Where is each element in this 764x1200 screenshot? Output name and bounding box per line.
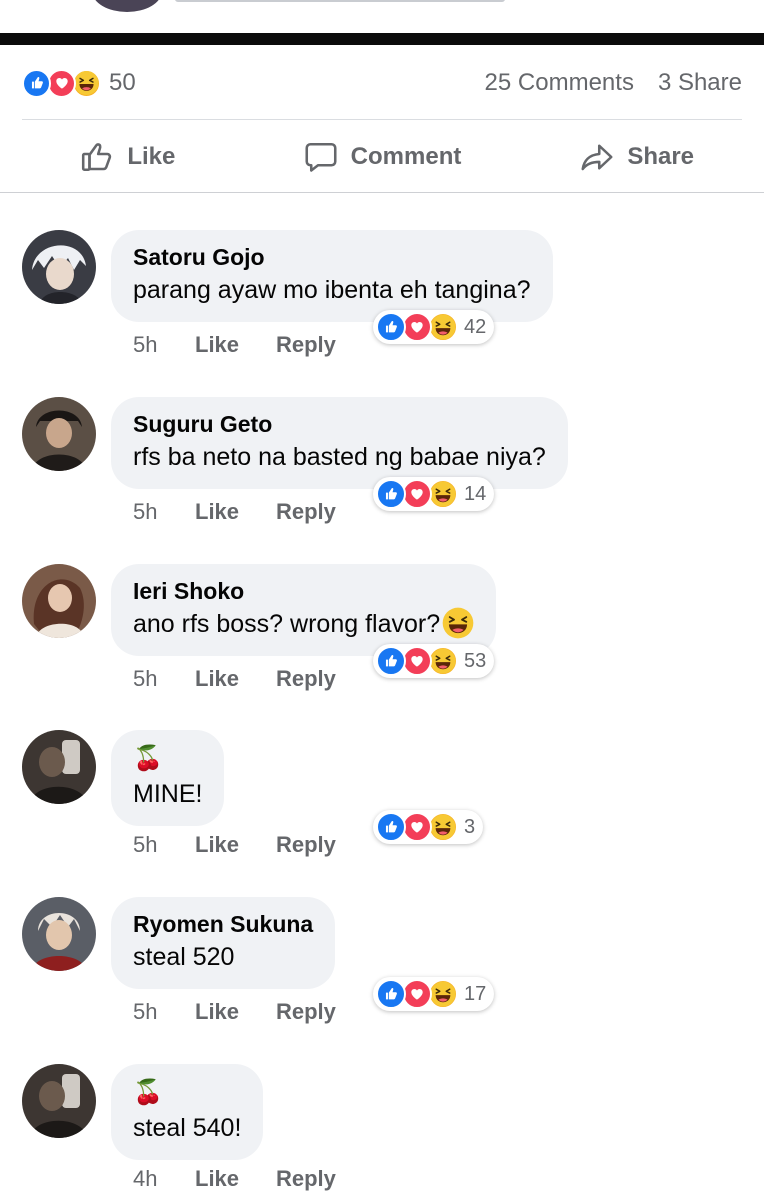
comment-like-button[interactable]: Like xyxy=(195,332,276,358)
comment-item: 🍒 steal 540! 4h Like Reply xyxy=(0,1064,764,1200)
comment-bubble[interactable]: Satoru Gojo parang ayaw mo ibenta eh tan… xyxy=(111,230,553,322)
comment-timestamp[interactable]: 5h xyxy=(133,999,195,1025)
image-bottom-edge xyxy=(0,33,764,45)
comment-text: MINE! xyxy=(133,780,203,808)
comment-like-button[interactable]: Like xyxy=(195,499,276,525)
divider xyxy=(0,192,764,193)
share-button-label: Share xyxy=(627,143,695,170)
reaction-summary-row: 50 25 Comments 3 Share xyxy=(22,64,742,102)
reaction-total[interactable]: 50 xyxy=(109,69,136,97)
reaction-count: 53 xyxy=(464,649,487,672)
comment-bubble[interactable]: 🍒 steal 540! xyxy=(111,1064,264,1160)
haha-reaction-icon xyxy=(428,312,458,342)
comment-reply-button[interactable]: Reply xyxy=(276,1166,336,1192)
like-reaction-icon xyxy=(376,312,406,342)
comment-item: Ryomen Sukuna steal 520 5h Like Reply 17 xyxy=(0,897,764,1047)
comment-timestamp[interactable]: 4h xyxy=(133,1166,195,1192)
divider xyxy=(22,119,742,120)
like-reaction-icon xyxy=(376,479,406,509)
comment-like-button[interactable]: Like xyxy=(195,1166,276,1192)
post-action-bar: Like Comment Share xyxy=(0,130,764,184)
reaction-count: 17 xyxy=(464,982,487,1005)
comment-author[interactable]: Satoru Gojo xyxy=(133,242,531,272)
like-reaction-icon xyxy=(22,68,51,98)
avatar[interactable] xyxy=(22,730,96,804)
haha-reaction-icon xyxy=(428,979,458,1009)
comments-count-link[interactable]: 25 Comments xyxy=(485,69,634,97)
grinning-squinting-face-icon xyxy=(442,607,474,639)
comment-text: parang ayaw mo ibenta eh tangina? xyxy=(133,276,531,304)
comment-timestamp[interactable]: 5h xyxy=(133,499,195,525)
avatar[interactable] xyxy=(22,397,96,471)
reaction-count: 14 xyxy=(464,482,487,505)
comment-reactions[interactable]: 14 xyxy=(373,477,495,511)
comment-bubble[interactable]: 🍒 MINE! xyxy=(111,730,225,826)
thumbs-up-icon xyxy=(82,143,112,172)
comment-like-button[interactable]: Like xyxy=(195,832,276,858)
share-arrow-icon xyxy=(581,144,613,171)
speech-bubble-icon xyxy=(305,142,337,172)
love-reaction-icon xyxy=(402,979,432,1009)
comment-reply-button[interactable]: Reply xyxy=(276,332,336,358)
comment-item: Suguru Geto rfs ba neto na basted ng bab… xyxy=(0,397,764,547)
comment-author[interactable]: 🍒 xyxy=(133,742,202,776)
comment-reply-button[interactable]: Reply xyxy=(276,999,336,1025)
like-button[interactable]: Like xyxy=(0,130,255,184)
love-reaction-icon xyxy=(402,812,432,842)
reaction-icons[interactable] xyxy=(22,68,101,98)
comment-author[interactable]: Ryomen Sukuna xyxy=(133,909,313,939)
comment-timestamp[interactable]: 5h xyxy=(133,332,195,358)
like-reaction-icon xyxy=(376,812,406,842)
comment-item: 🍒 MINE! 5h Like Reply 3 xyxy=(0,730,764,880)
reaction-count: 42 xyxy=(464,315,487,338)
comment-text: ano rfs boss? wrong flavor? xyxy=(133,610,441,638)
avatar[interactable] xyxy=(22,897,96,971)
comment-timestamp[interactable]: 5h xyxy=(133,832,195,858)
comment-item: Satoru Gojo parang ayaw mo ibenta eh tan… xyxy=(0,230,764,380)
like-reaction-icon xyxy=(376,646,406,676)
haha-reaction-icon xyxy=(428,812,458,842)
haha-reaction-icon xyxy=(72,68,101,98)
comment-like-button[interactable]: Like xyxy=(195,666,276,692)
like-reaction-icon xyxy=(376,979,406,1009)
comment-reactions[interactable]: 53 xyxy=(373,644,495,678)
comment-reactions[interactable]: 17 xyxy=(373,977,495,1011)
comment-text: steal 540! xyxy=(133,1114,242,1142)
comment-author[interactable]: Suguru Geto xyxy=(133,409,546,439)
love-reaction-icon xyxy=(402,479,432,509)
love-reaction-icon xyxy=(47,68,76,98)
previous-post-avatar xyxy=(92,0,162,12)
love-reaction-icon xyxy=(402,312,432,342)
comment-reactions[interactable]: 42 xyxy=(373,310,495,344)
reaction-count: 3 xyxy=(464,815,476,838)
comment-bubble[interactable]: Ieri Shoko ano rfs boss? wrong flavor? xyxy=(111,564,497,656)
share-button[interactable]: Share xyxy=(509,130,764,184)
comment-reply-button[interactable]: Reply xyxy=(276,499,336,525)
comment-reactions[interactable]: 3 xyxy=(373,810,484,844)
comment-author[interactable]: Ieri Shoko xyxy=(133,576,474,606)
previous-post-header xyxy=(0,0,764,34)
love-reaction-icon xyxy=(402,646,432,676)
comment-reply-button[interactable]: Reply xyxy=(276,666,336,692)
share-count-link[interactable]: 3 Share xyxy=(658,69,742,97)
previous-post-text-fragment xyxy=(175,0,505,2)
comment-item: Ieri Shoko ano rfs boss? wrong flavor? 5… xyxy=(0,564,764,714)
comment-timestamp[interactable]: 5h xyxy=(133,666,195,692)
comment-author[interactable]: 🍒 xyxy=(133,1076,241,1110)
avatar[interactable] xyxy=(22,230,96,304)
haha-reaction-icon xyxy=(428,646,458,676)
comment-reply-button[interactable]: Reply xyxy=(276,832,336,858)
comment-text: steal 520 xyxy=(133,943,235,971)
comment-button-label: Comment xyxy=(350,143,462,170)
comment-text: rfs ba neto na basted ng babae niya? xyxy=(133,443,546,471)
haha-reaction-icon xyxy=(428,479,458,509)
like-button-label: Like xyxy=(127,143,176,170)
comment-button[interactable]: Comment xyxy=(255,130,510,184)
avatar[interactable] xyxy=(22,1064,96,1138)
avatar[interactable] xyxy=(22,564,96,638)
comment-bubble[interactable]: Ryomen Sukuna steal 520 xyxy=(111,897,336,989)
comment-bubble[interactable]: Suguru Geto rfs ba neto na basted ng bab… xyxy=(111,397,568,489)
comment-like-button[interactable]: Like xyxy=(195,999,276,1025)
